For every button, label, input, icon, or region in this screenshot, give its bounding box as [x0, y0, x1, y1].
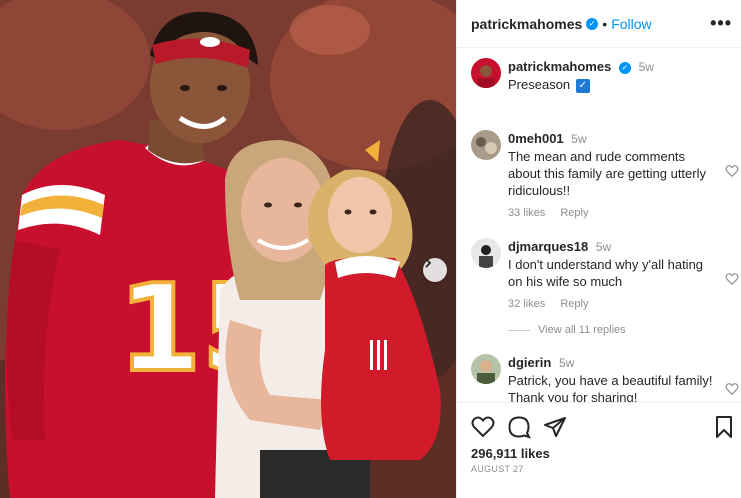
post-header: patrickmahomes ✓ • Follow ••• — [457, 0, 741, 48]
avatar-image — [471, 130, 501, 160]
avatar-image — [471, 58, 501, 88]
comment-item: 0meh001 5w The mean and rude comments ab… — [471, 130, 739, 219]
chevron-right-icon — [425, 258, 432, 268]
comment-time: 5w — [558, 356, 575, 370]
post-actions: 296,911 likes AUGUST 27 — [457, 402, 741, 498]
verified-badge-icon: ✓ — [618, 61, 631, 74]
replies-divider — [508, 329, 530, 331]
comments-list[interactable]: patrickmahomes ✓ 5w Preseason ✓ 0meh001 — [457, 48, 741, 402]
follow-button[interactable]: Follow — [611, 16, 651, 32]
like-comment-heart-icon[interactable] — [725, 164, 739, 178]
likes-count[interactable]: 296,911 likes — [471, 446, 550, 461]
comment-text: I don't understand why y'all hating on h… — [508, 257, 704, 289]
caption-entry: patrickmahomes ✓ 5w Preseason ✓ — [471, 58, 731, 93]
like-comment-heart-icon[interactable] — [725, 272, 739, 286]
comment-item: djmarques18 5w I don't understand why y'… — [471, 238, 739, 310]
view-replies-button[interactable]: View all 11 replies — [508, 324, 626, 336]
header-separator: • — [602, 15, 608, 32]
comment-item: dgierin 5w Patrick, you have a beautiful… — [471, 354, 739, 402]
more-options-icon[interactable]: ••• — [710, 13, 732, 34]
avatar-image — [471, 354, 501, 384]
avatar[interactable] — [471, 354, 501, 384]
comment-time: 5w — [571, 132, 587, 146]
comment-username[interactable]: djmarques18 — [508, 239, 588, 254]
carousel-next-button[interactable] — [423, 258, 447, 282]
reply-button[interactable]: Reply — [560, 298, 588, 310]
comment-likes[interactable]: 33 likes — [508, 207, 545, 219]
reply-button[interactable]: Reply — [560, 207, 588, 219]
post-photo[interactable]: 15 — [0, 0, 456, 498]
comment-username[interactable]: 0meh001 — [508, 131, 564, 146]
post-sidebar: patrickmahomes ✓ • Follow ••• patrickmah… — [456, 0, 741, 498]
caption-time: 5w — [638, 60, 654, 74]
comment-time: 5w — [595, 240, 612, 254]
comment-username[interactable]: dgierin — [508, 355, 551, 370]
check-mark-emoji-icon: ✓ — [575, 78, 590, 93]
post-date: AUGUST 27 — [471, 464, 524, 474]
like-comment-heart-icon[interactable] — [725, 382, 739, 396]
comment-icon[interactable] — [507, 415, 531, 439]
save-bookmark-icon[interactable] — [712, 415, 736, 439]
comment-text: Patrick, you have a beautiful family! Th… — [508, 373, 713, 402]
caption-username[interactable]: patrickmahomes — [508, 59, 611, 74]
avatar[interactable] — [471, 130, 501, 160]
view-replies-label: View all 11 replies — [538, 324, 626, 336]
avatar[interactable] — [471, 58, 501, 88]
avatar[interactable] — [471, 238, 501, 268]
like-heart-icon[interactable] — [471, 415, 495, 439]
caption-text: Preseason — [508, 77, 571, 92]
photo-illustration: 15 — [0, 0, 456, 498]
comment-text: The mean and rude comments about this fa… — [508, 149, 706, 198]
comment-likes[interactable]: 32 likes — [508, 298, 545, 310]
header-username[interactable]: patrickmahomes — [471, 16, 582, 32]
share-send-icon[interactable] — [543, 415, 567, 439]
avatar-image — [471, 238, 501, 268]
verified-badge-icon: ✓ — [586, 17, 599, 30]
